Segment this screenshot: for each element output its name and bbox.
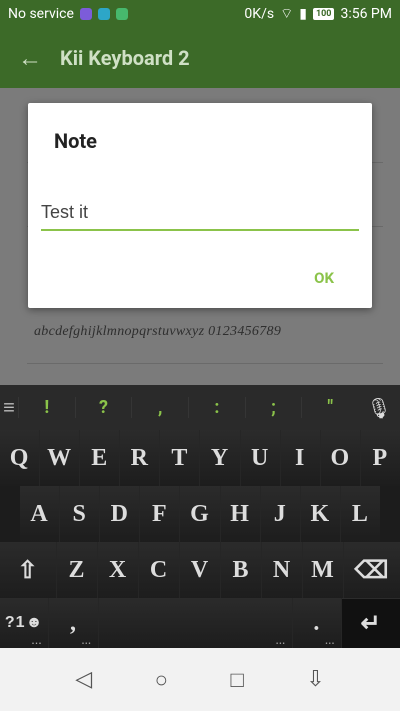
play-store-icon [115, 8, 128, 20]
key-i[interactable]: I [280, 430, 321, 486]
network-speed: 0K/s [244, 6, 275, 22]
emoji-icon: ☻ [25, 614, 44, 631]
menu-icon[interactable]: ≡ [0, 395, 18, 420]
back-arrow-icon[interactable]: ← [0, 44, 60, 73]
symbol-suggestion[interactable]: ? [74, 397, 132, 418]
key-o[interactable]: O [320, 430, 361, 486]
key-b[interactable]: B [221, 542, 262, 598]
shift-icon: ⇧ [17, 556, 39, 584]
nav-recents-icon[interactable]: □ [230, 667, 243, 693]
key-n[interactable]: N [262, 542, 303, 598]
symbols-key-label: ?1 [4, 614, 26, 631]
wifi-icon: ⌔ [280, 6, 294, 22]
ok-button[interactable]: OK [314, 269, 334, 287]
key-a[interactable]: A [20, 486, 61, 542]
key-row-1: Q W E R T Y U I O P [0, 430, 400, 486]
key-m[interactable]: M [303, 542, 344, 598]
note-input[interactable] [41, 199, 359, 231]
status-bar: No service 0K/s ⌔ ▮ 100 3:56 PM [0, 0, 400, 28]
note-dialog: Note OK [28, 103, 372, 308]
key-q[interactable]: Q [0, 430, 41, 486]
symbol-suggestion[interactable]: : [188, 397, 245, 418]
key-l[interactable]: L [340, 486, 380, 542]
space-key[interactable]: ... [98, 598, 293, 648]
period-key[interactable]: . ... [292, 598, 343, 648]
key-row-3: ⇧ Z X C V B N M ⌫ [0, 542, 400, 598]
key-r[interactable]: R [120, 430, 161, 486]
symbol-suggestion[interactable]: ; [244, 397, 302, 418]
key-j[interactable]: J [260, 486, 301, 542]
symbol-suggestion[interactable]: , [131, 397, 188, 418]
symbol-suggestion[interactable]: ! [18, 397, 75, 418]
microphone-icon[interactable]: 🎙 [358, 396, 400, 420]
enter-key[interactable]: ↵ [342, 598, 400, 648]
carrier-text: No service [8, 6, 74, 22]
key-z[interactable]: Z [57, 542, 98, 598]
keyboard: ≡ ! ? , : ; " 🎙 Q W E R T Y U I O P A S … [0, 385, 400, 648]
status-time: 3:56 PM [340, 6, 392, 22]
nav-home-icon[interactable]: ○ [155, 667, 168, 693]
key-d[interactable]: D [100, 486, 141, 542]
key-w[interactable]: W [40, 430, 81, 486]
font-sample-text: abcdefghijklmnopqrstuvwxyz 0123456789 [34, 324, 282, 339]
key-c[interactable]: C [139, 542, 180, 598]
key-t[interactable]: T [160, 430, 201, 486]
key-y[interactable]: Y [200, 430, 241, 486]
app-notification-icon [79, 8, 92, 20]
nav-back-icon[interactable]: ◁ [75, 667, 92, 692]
app-notification-icon [97, 8, 110, 20]
page-title: Kii Keyboard 2 [60, 46, 190, 70]
enter-icon: ↵ [360, 610, 382, 637]
key-row-4: ?1 ☻ ... , ... ... . ... ↵ [0, 598, 400, 648]
key-h[interactable]: H [220, 486, 261, 542]
shift-key[interactable]: ⇧ [0, 542, 57, 598]
period-key-label: . [313, 609, 321, 636]
key-s[interactable]: S [60, 486, 101, 542]
key-f[interactable]: F [140, 486, 181, 542]
key-row-2: A S D F G H J K L [0, 486, 400, 542]
symbol-suggestion[interactable]: " [301, 397, 358, 418]
key-p[interactable]: P [360, 430, 400, 486]
divider [27, 363, 383, 364]
key-u[interactable]: U [240, 430, 281, 486]
comma-key-label: , [69, 609, 77, 636]
navigation-bar: ◁ ○ □ ⇩ [0, 648, 400, 711]
key-k[interactable]: K [300, 486, 341, 542]
nav-hide-keyboard-icon[interactable]: ⇩ [306, 667, 324, 692]
suggestion-bar: ≡ ! ? , : ; " 🎙 [0, 385, 400, 430]
dialog-title: Note [54, 129, 97, 153]
sim-icon: ▮ [299, 6, 307, 22]
backspace-icon: ⌫ [354, 556, 390, 584]
battery-icon: 100 [312, 8, 335, 20]
symbols-key[interactable]: ?1 ☻ ... [0, 598, 50, 648]
key-x[interactable]: X [98, 542, 139, 598]
backspace-key[interactable]: ⌫ [344, 542, 400, 598]
key-g[interactable]: G [180, 486, 221, 542]
key-e[interactable]: E [80, 430, 121, 486]
app-bar: ← Kii Keyboard 2 [0, 28, 400, 88]
key-v[interactable]: V [180, 542, 221, 598]
comma-key[interactable]: , ... [49, 598, 99, 648]
